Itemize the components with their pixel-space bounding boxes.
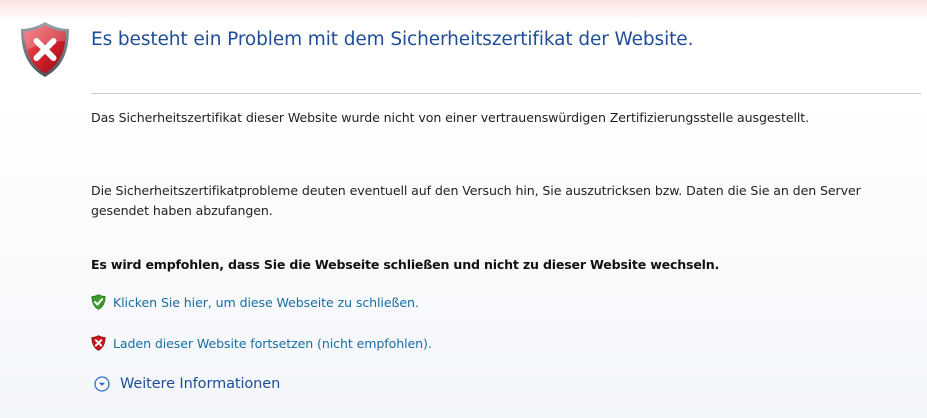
more-information-label[interactable]: Weitere Informationen [120, 376, 280, 392]
continue-to-website-link[interactable]: Laden dieser Website fortsetzen (nicht e… [113, 336, 432, 351]
certificate-untrusted-text: Das Sicherheitszertifikat dieser Website… [91, 110, 810, 125]
title-divider [91, 93, 921, 94]
more-information-toggle[interactable]: Weitere Informationen [94, 376, 280, 392]
shield-error-icon [21, 22, 69, 77]
chevron-down-circle-icon [94, 376, 110, 392]
close-page-link[interactable]: Klicken Sie hier, um diese Webseite zu s… [113, 295, 419, 310]
page-title: Es besteht ein Problem mit dem Sicherhei… [91, 29, 694, 50]
recommendation-text: Es wird empfohlen, dass Sie die Webseite… [91, 257, 720, 272]
certificate-error-page: Es besteht ein Problem mit dem Sicherhei… [0, 0, 927, 418]
continue-to-website-option[interactable]: Laden dieser Website fortsetzen (nicht e… [91, 333, 432, 353]
shield-error-small-icon [91, 335, 106, 351]
close-page-option[interactable]: Klicken Sie hier, um diese Webseite zu s… [91, 292, 419, 312]
certificate-problem-text: Die Sicherheitszertifikatprobleme deuten… [91, 183, 861, 218]
shield-check-icon [91, 294, 106, 310]
